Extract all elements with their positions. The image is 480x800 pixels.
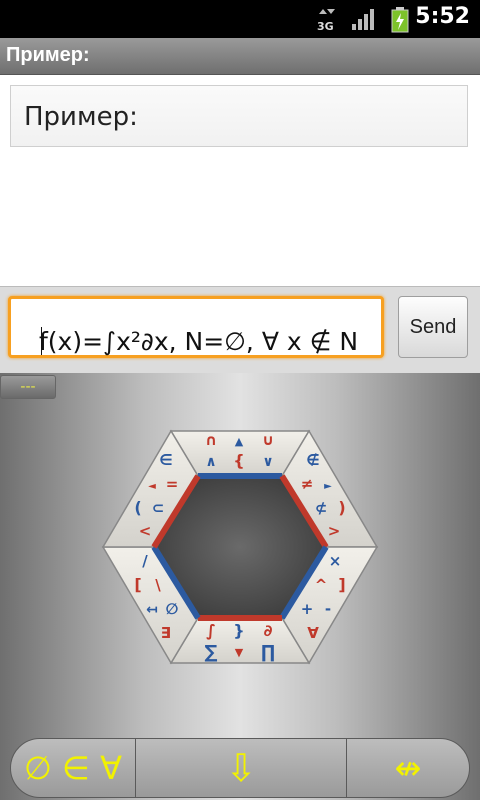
key-down-arrow[interactable]: ▼: [235, 646, 244, 659]
title-bar: Пример:: [0, 38, 480, 75]
content-area: Пример:: [0, 75, 480, 286]
bottom-bar: ∅ ∈ ∀ ⇩ ↮: [10, 738, 470, 798]
key-power[interactable]: ^: [315, 576, 328, 594]
send-button-label: Send: [409, 316, 457, 338]
hide-keyboard-button[interactable]: ⇩: [135, 738, 347, 798]
signal-icon: [352, 9, 374, 30]
network-type-label: 3G: [317, 20, 334, 32]
key-minus[interactable]: -: [325, 600, 331, 618]
key-empty-set[interactable]: ∅: [166, 600, 179, 618]
key-for-all[interactable]: ∀: [307, 624, 319, 642]
key-greater-than[interactable]: >: [328, 522, 341, 540]
preview-text: Пример:: [24, 102, 138, 132]
key-equals[interactable]: =: [166, 475, 179, 493]
key-left-bracket[interactable]: [: [134, 575, 141, 594]
key-left-arrow[interactable]: ◄: [148, 481, 156, 492]
key-right-arrow[interactable]: ►: [324, 481, 332, 492]
key-integral[interactable]: ∫: [206, 621, 216, 640]
key-right-brace[interactable]: }: [233, 621, 244, 640]
key-up-arrow[interactable]: ▲: [235, 435, 244, 448]
key-right-bracket[interactable]: ]: [338, 575, 345, 594]
key-backslash[interactable]: \: [155, 576, 161, 594]
status-bar: 3G 5:52: [0, 0, 480, 38]
key-not-equal[interactable]: ≠: [301, 475, 314, 493]
text-caret: [41, 327, 42, 355]
window-title: Пример:: [6, 44, 90, 66]
key-intersection[interactable]: ∩: [205, 431, 217, 449]
key-logical-or[interactable]: ∨: [262, 454, 273, 470]
battery-charging-icon: [391, 7, 409, 33]
key-less-than[interactable]: <: [139, 522, 152, 540]
send-button[interactable]: Send: [398, 296, 468, 358]
key-not-element-of[interactable]: ∉: [306, 451, 319, 469]
key-not-subset[interactable]: ⊄: [315, 499, 328, 517]
formula-input[interactable]: f(x)=∫x²∂x, N=∅, ∀ x ∉ N: [8, 296, 384, 358]
key-logical-and[interactable]: ∧: [205, 454, 216, 470]
key-plus[interactable]: +: [301, 600, 314, 618]
key-partial[interactable]: ∂: [264, 621, 273, 640]
key-exists[interactable]: ∃: [161, 624, 171, 642]
key-left-brace[interactable]: {: [233, 451, 244, 470]
key-union[interactable]: ∪: [262, 431, 274, 449]
key-left-paren[interactable]: (: [134, 498, 141, 517]
switch-arrows-icon: ↮: [394, 749, 422, 787]
switch-keyboard-button[interactable]: ↮: [346, 738, 470, 798]
key-maps-from[interactable]: ↤: [146, 602, 158, 618]
formula-input-value: f(x)=∫x²∂x, N=∅, ∀ x ∉ N: [39, 327, 359, 356]
key-sum[interactable]: ∑: [205, 642, 218, 663]
key-multiply[interactable]: ×: [329, 552, 342, 570]
symbol-set-label: ∅ ∈ ∀: [24, 749, 122, 787]
preview-box: Пример:: [10, 85, 468, 147]
network-3g-icon: 3G: [317, 9, 335, 32]
math-keyboard: --- ∩ ▲ ∪ ∧ {∨ ∉ ≠ ► ⊄) > × ^] + - ∀ …: [0, 373, 480, 800]
key-element-of[interactable]: ∈: [159, 451, 172, 469]
key-product[interactable]: ∏: [261, 642, 275, 663]
key-right-paren[interactable]: ): [338, 498, 345, 517]
down-arrow-icon: ⇩: [225, 746, 257, 790]
key-slash[interactable]: /: [142, 552, 148, 570]
clock: 5:52: [415, 4, 470, 29]
input-bar: f(x)=∫x²∂x, N=∅, ∀ x ∉ N Send: [0, 286, 480, 374]
hex-keypad: ∩ ▲ ∪ ∧ { ∨ ∉ ≠ ► ⊄ ) > × ^ ] + - ∀ ∫ } …: [101, 429, 379, 665]
symbol-set-button[interactable]: ∅ ∈ ∀: [10, 738, 136, 798]
key-subset[interactable]: ⊂: [152, 499, 165, 517]
